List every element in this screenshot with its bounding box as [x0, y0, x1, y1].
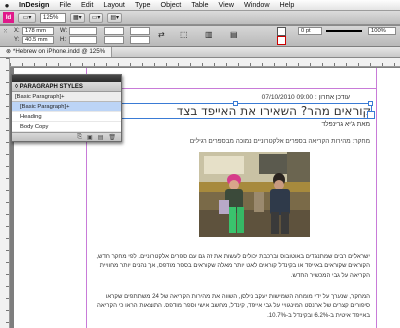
align-icon[interactable]: ▥ — [205, 30, 213, 39]
stroke-type-line[interactable] — [326, 30, 362, 32]
zoom-field[interactable]: 125% — [40, 12, 66, 23]
menu-object[interactable]: Object — [156, 0, 187, 10]
indesign-logo: Id — [3, 12, 14, 23]
height-label: H: — [60, 37, 66, 43]
new-style-icon[interactable]: ▤ — [98, 134, 104, 141]
menu-table[interactable]: Table — [186, 0, 213, 10]
menu-indesign[interactable]: InDesign — [14, 0, 54, 10]
y-position-field[interactable]: 40.5 mm — [22, 36, 54, 44]
document-tab-label: *Hebrew on iPhone.indd @ 125% — [12, 48, 106, 55]
fill-swatch[interactable] — [277, 27, 286, 36]
select-container-icon[interactable]: ⬚ — [180, 30, 188, 39]
menu-file[interactable]: File — [54, 0, 76, 10]
menu-layout[interactable]: Layout — [98, 0, 130, 10]
bridge-button[interactable]: ▭▾ — [18, 12, 36, 23]
scale-y-field[interactable] — [104, 36, 124, 44]
style-item-heading[interactable]: Heading — [12, 112, 121, 122]
selection-handle[interactable] — [233, 101, 238, 106]
reference-point-icon[interactable]: ⁙ — [3, 28, 8, 35]
apple-menu-icon[interactable]: ● — [0, 1, 14, 10]
headline-text: קוראים מהר? השאירו את האייפד בצד — [176, 104, 371, 118]
view-options-button[interactable]: ▦▾ — [70, 12, 85, 23]
margin-guide-right — [376, 68, 377, 328]
application-bar: Id ▭▾ 125% ▦▾ ▭▾ ▤▾ — [0, 11, 400, 25]
style-group-icon[interactable]: ⎘ — [77, 134, 82, 141]
panel-title-bar[interactable] — [12, 75, 121, 82]
opacity-field[interactable]: 100% — [368, 27, 396, 35]
body-paragraph-1: ישראלים רבים שמתנגדים באוטובוס וברכבת יכ… — [96, 253, 370, 279]
style-item-label: [Basic Paragraph]+ — [20, 103, 70, 110]
style-item-body-copy[interactable]: Body Copy — [12, 122, 121, 132]
x-label: X: — [14, 28, 20, 34]
selection-handle[interactable] — [368, 101, 373, 106]
paragraph-styles-panel: ◊ PARAGRAPH STYLES [Basic Paragraph]+ [B… — [11, 74, 122, 142]
current-style-label: [Basic Paragraph]+ — [15, 93, 65, 100]
arrange-documents-button[interactable]: ▤▾ — [107, 12, 123, 23]
menu-window[interactable]: Window — [239, 0, 275, 10]
out-port-handle[interactable] — [367, 111, 375, 119]
menu-view[interactable]: View — [214, 0, 239, 10]
margin-guide-top — [86, 88, 377, 89]
style-item-label: Body Copy — [20, 123, 49, 130]
width-label: W: — [60, 28, 68, 34]
control-panel: ⁙ X: 178 mm Y: 40.5 mm W: H: ⇄ ⬚ ▥ ▤ 0 p… — [0, 26, 400, 47]
menu-edit[interactable]: Edit — [76, 0, 98, 10]
menu-bar: ● InDesign File Edit Layout Type Object … — [0, 0, 400, 11]
delete-style-icon[interactable]: 🗑 — [108, 134, 116, 141]
subway-photo[interactable] — [199, 152, 310, 237]
clear-overrides-icon[interactable]: ▣ — [87, 134, 93, 141]
x-position-field[interactable]: 178 mm — [22, 27, 54, 35]
panel-header[interactable]: ◊ PARAGRAPH STYLES — [12, 82, 121, 92]
shear-field[interactable] — [130, 36, 150, 44]
menu-type[interactable]: Type — [130, 0, 156, 10]
current-style-indicator: [Basic Paragraph]+ — [12, 92, 121, 102]
menu-help[interactable]: Help — [275, 0, 300, 10]
width-field[interactable] — [69, 27, 97, 35]
stroke-swatch[interactable] — [277, 36, 286, 45]
distribute-icon[interactable]: ▤ — [230, 30, 238, 39]
body-paragraph-2: המחקר, שנערך על ידי מומחה השמישות יעקב נ… — [96, 293, 370, 319]
panel-title: ◊ PARAGRAPH STYLES — [15, 83, 83, 90]
subway-photo-image — [199, 152, 310, 237]
horizontal-ruler[interactable] — [10, 58, 400, 67]
close-icon[interactable]: ⊗ — [6, 48, 13, 55]
style-item-basic-paragraph[interactable]: [Basic Paragraph]+ — [12, 102, 121, 112]
document-tab[interactable]: ⊗ *Hebrew on iPhone.indd @ 125% — [0, 47, 113, 57]
vertical-ruler[interactable] — [0, 58, 10, 328]
article-byline: עודכן אחרון : 09:00 07/10/2010 — [261, 94, 350, 101]
panel-footer: ⎘ ▣ ▤ 🗑 — [12, 132, 121, 141]
stroke-weight-field[interactable]: 0 pt — [298, 27, 322, 35]
article-author: מאת ג'יא גרינפלד — [321, 121, 370, 128]
screen-mode-button[interactable]: ▭▾ — [88, 12, 104, 23]
style-item-label: Heading — [20, 113, 42, 120]
flip-icon[interactable]: ⇄ — [158, 30, 165, 39]
y-label: Y: — [14, 37, 20, 43]
article-lead: מחקר: מהירות הקריאה בספרים אלקטרוניים נמ… — [189, 138, 370, 145]
document-tab-bar: ⊗ *Hebrew on iPhone.indd @ 125% — [0, 47, 400, 58]
scale-x-field[interactable] — [104, 27, 124, 35]
rotation-field[interactable] — [130, 27, 150, 35]
height-field[interactable] — [69, 36, 97, 44]
